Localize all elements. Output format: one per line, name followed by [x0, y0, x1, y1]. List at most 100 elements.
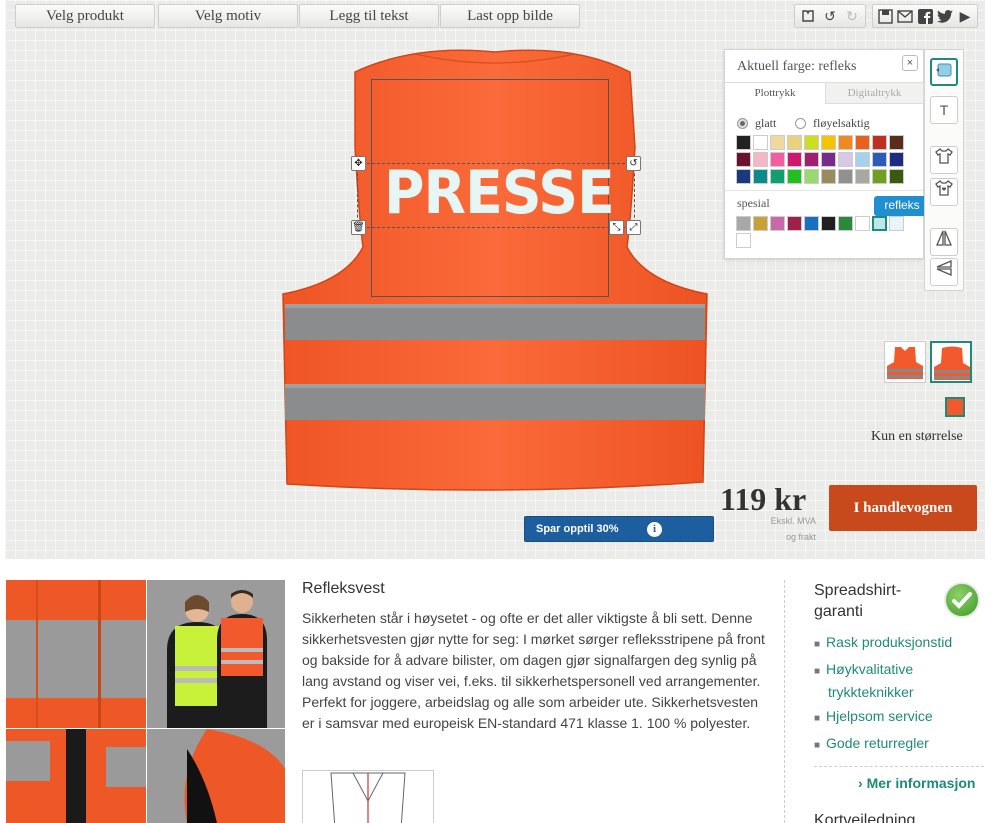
more-info-link[interactable]: › Mer informasjon [858, 775, 975, 791]
thumb-front[interactable] [884, 341, 926, 383]
close-icon[interactable]: × [902, 55, 918, 71]
add-text-button[interactable]: Legg til tekst [299, 4, 439, 28]
color-swatch[interactable] [872, 152, 887, 167]
bullet-icon: ■ [814, 666, 821, 677]
resize-handle-icon[interactable]: ⤢ [626, 220, 641, 235]
color-swatch[interactable] [872, 169, 887, 184]
color-tooltip: refleks [874, 196, 930, 216]
guarantee-title: Spreadshirt-garanti [814, 582, 902, 620]
special-color-swatch[interactable] [753, 216, 768, 231]
radio-glatt[interactable]: glatt [737, 116, 776, 131]
product-photo-side[interactable] [147, 729, 285, 823]
special-color-swatch[interactable] [872, 216, 887, 231]
color-swatch[interactable] [855, 135, 870, 150]
flip-vertical-icon[interactable] [930, 228, 958, 256]
special-color-swatch[interactable] [736, 233, 751, 248]
guarantee-item-production[interactable]: ■ Rask produksjonstid [814, 632, 952, 655]
product-color-chip[interactable] [945, 397, 965, 417]
redo-icon[interactable]: ↻ [843, 7, 861, 25]
color-swatch[interactable] [753, 152, 768, 167]
color-swatch[interactable] [838, 135, 853, 150]
shirt-heart-icon[interactable] [930, 178, 958, 206]
move-handle-icon[interactable]: ✥ [351, 156, 366, 171]
special-color-swatch[interactable] [787, 216, 802, 231]
tab-plottrykk[interactable]: Plottrykk [725, 82, 825, 104]
info-icon[interactable]: i [647, 522, 662, 537]
price: 119 kr [720, 481, 807, 517]
play-arrow-icon[interactable]: ▶ [957, 7, 973, 25]
color-swatch[interactable] [770, 152, 785, 167]
scale-handle-icon[interactable]: ⤡ [609, 220, 624, 235]
special-swatches [736, 216, 916, 248]
color-swatch[interactable] [770, 135, 785, 150]
color-swatch[interactable] [821, 152, 836, 167]
color-swatch[interactable] [855, 152, 870, 167]
color-swatch[interactable] [736, 135, 751, 150]
color-swatch[interactable] [804, 152, 819, 167]
save-banner[interactable]: Spar opptil 30% i [524, 516, 714, 542]
color-tool-icon[interactable] [930, 58, 958, 86]
delete-handle-icon[interactable]: 🗑 [351, 220, 366, 235]
size-diagram[interactable] [302, 770, 434, 823]
special-label: spesial [737, 196, 770, 210]
color-swatch[interactable] [855, 169, 870, 184]
product-photo-closeup[interactable] [6, 580, 146, 728]
color-swatch[interactable] [736, 169, 751, 184]
bullet-icon: ■ [814, 713, 821, 724]
color-swatch[interactable] [753, 135, 768, 150]
add-to-cart-button[interactable]: I handlevognen [829, 485, 977, 531]
guarantee-item-print[interactable]: ■ Høykvalitative trykkteknikker [814, 659, 934, 703]
color-swatch[interactable] [787, 135, 802, 150]
radio-dot[interactable] [795, 118, 806, 129]
save-icon[interactable] [877, 7, 893, 25]
thumb-back[interactable] [930, 341, 972, 383]
upload-image-button[interactable]: Last opp bilde [440, 4, 580, 28]
color-swatch[interactable] [821, 169, 836, 184]
radio-floyelsaktig[interactable]: fløyelsaktig [795, 116, 870, 131]
color-swatches [736, 135, 916, 184]
color-swatch[interactable] [889, 152, 904, 167]
choose-motif-button[interactable]: Velg motiv [158, 4, 298, 28]
choose-product-button[interactable]: Velg produkt [15, 4, 155, 28]
guarantee-item-returns[interactable]: ■ Gode returregler [814, 733, 929, 756]
color-swatch[interactable] [787, 152, 802, 167]
special-color-swatch[interactable] [821, 216, 836, 231]
radio-dot[interactable] [737, 118, 748, 129]
special-color-swatch[interactable] [770, 216, 785, 231]
color-swatch[interactable] [872, 135, 887, 150]
color-swatch[interactable] [804, 169, 819, 184]
guarantee-item-service[interactable]: ■ Hjelpsom service [814, 706, 933, 729]
price-note-shipping: og frakt [785, 532, 816, 542]
color-swatch[interactable] [838, 169, 853, 184]
color-swatch[interactable] [787, 169, 802, 184]
color-swatch[interactable] [889, 169, 904, 184]
guarantee-item-label: Rask produksjonstid [826, 634, 953, 650]
shirt-front-icon[interactable] [930, 146, 958, 174]
facebook-icon[interactable] [917, 7, 933, 25]
twitter-icon[interactable] [937, 7, 953, 25]
color-swatch[interactable] [770, 169, 785, 184]
color-swatch[interactable] [838, 152, 853, 167]
undo-icon[interactable]: ↺ [821, 7, 839, 25]
radio-label: glatt [755, 116, 777, 130]
size-guide-heading: Kortveiledning [814, 812, 916, 823]
color-swatch[interactable] [736, 152, 751, 167]
color-swatch[interactable] [804, 135, 819, 150]
product-photo-stripes[interactable] [6, 729, 146, 823]
special-color-swatch[interactable] [855, 216, 870, 231]
special-color-swatch[interactable] [889, 216, 904, 231]
flip-horizontal-icon[interactable] [930, 258, 958, 286]
product-photo-models[interactable] [147, 580, 285, 728]
design-text[interactable]: PRESSE [384, 158, 615, 228]
special-color-swatch[interactable] [838, 216, 853, 231]
color-swatch[interactable] [753, 169, 768, 184]
tab-digitaltrykk[interactable]: Digitaltrykk [825, 82, 924, 104]
special-color-swatch[interactable] [736, 216, 751, 231]
rotate-handle-icon[interactable]: ↺ [626, 156, 641, 171]
reset-product-icon[interactable] [799, 7, 817, 25]
email-icon[interactable] [897, 7, 913, 25]
text-tool-icon[interactable]: T [930, 96, 958, 124]
color-swatch[interactable] [821, 135, 836, 150]
color-swatch[interactable] [889, 135, 904, 150]
special-color-swatch[interactable] [804, 216, 819, 231]
